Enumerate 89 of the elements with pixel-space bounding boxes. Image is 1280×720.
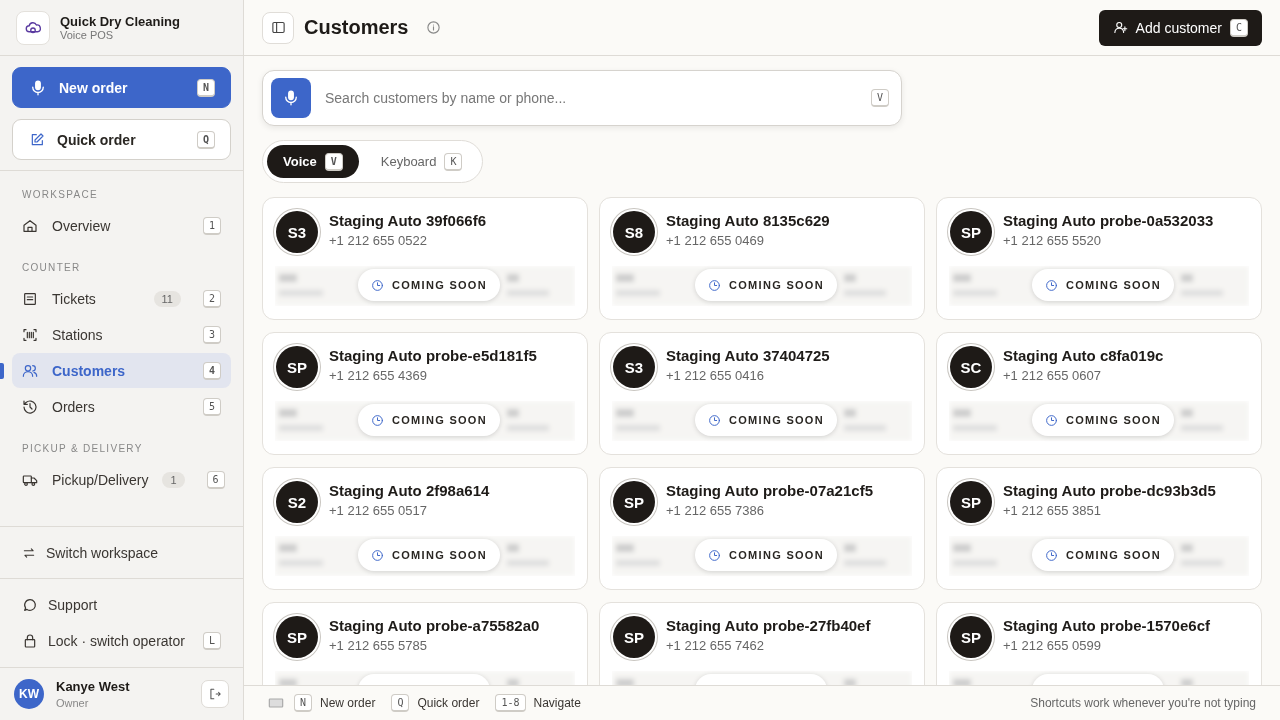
customer-name: Staging Auto probe-0a532033 <box>1003 212 1214 229</box>
section-heading: PICKUP & DELIVERY <box>21 442 144 456</box>
sidebar-item[interactable]: Tickets 11 2 <box>12 281 231 316</box>
coming-soon-badge: COMING SOON <box>695 269 837 301</box>
customer-avatar: SP <box>950 211 992 253</box>
customer-card[interactable]: SP Staging Auto probe-27fb40ef +1 212 655 7462 <box>599 602 925 685</box>
customer-name: Staging Auto 2f98a614 <box>329 482 490 499</box>
sidebar-item[interactable]: Pickup/Delivery 1 6 <box>12 462 231 497</box>
customer-card[interactable]: S3 Staging Auto 39f066f6 +1 212 655 0522 COMING SOON <box>262 197 588 320</box>
customer-name: Staging Auto probe-dc93b3d5 <box>1003 482 1216 499</box>
customer-phone: +1 212 655 0522 <box>329 233 428 248</box>
customer-card[interactable]: SP Staging Auto probe-e5d181f5 +1 212 655 4369 COMING SOON <box>262 332 588 455</box>
customer-name: Staging Auto 39f066f6 <box>329 212 486 229</box>
shortcut-key: 1-8 <box>495 694 526 712</box>
customer-phone: +1 212 655 0517 <box>329 503 428 518</box>
switch-workspace-link[interactable]: Switch workspace <box>22 534 159 571</box>
sidebar-item[interactable]: Stations 3 <box>12 317 231 352</box>
customer-avatar: SP <box>276 346 318 388</box>
customer-avatar: S2 <box>276 481 318 523</box>
customer-name: Staging Auto probe-07a21cf5 <box>666 482 873 499</box>
sidebar-item[interactable]: Customers 4 <box>12 353 231 388</box>
customer-name: Staging Auto c8fa019c <box>1003 347 1164 364</box>
user-role: Owner <box>56 697 90 709</box>
customer-name: Staging Auto 8135c629 <box>666 212 830 229</box>
customer-card[interactable]: SP Staging Auto probe-07a21cf5 +1 212 655 7386 COMING SOON <box>599 467 925 590</box>
search-input[interactable]: Search customers by name or phone... <box>323 89 859 107</box>
shortcut-label: New order <box>320 696 376 710</box>
shortcut-hint: Shortcuts work whenever you're not typing <box>1030 696 1256 710</box>
sidebar-item[interactable]: Orders 5 <box>12 389 231 424</box>
customer-phone: +1 212 655 7462 <box>666 638 765 653</box>
customer-avatar: SC <box>950 346 992 388</box>
mode-tab[interactable]: Voice V <box>267 145 359 178</box>
customer-card[interactable]: S8 Staging Auto 8135c629 +1 212 655 0469 COMING SOON <box>599 197 925 320</box>
customer-phone: +1 212 655 5785 <box>329 638 428 653</box>
add-customer-button[interactable]: Add customer C <box>1098 9 1262 46</box>
customer-phone: +1 212 655 7386 <box>666 503 765 518</box>
coming-soon-badge: COMING SOON <box>695 539 837 571</box>
customer-card[interactable]: S2 Staging Auto 2f98a614 +1 212 655 0517 COMING SOON <box>262 467 588 590</box>
customer-avatar: S3 <box>276 211 318 253</box>
customer-avatar: SP <box>276 616 318 658</box>
customer-card[interactable]: SP Staging Auto probe-dc93b3d5 +1 212 655 3851 COMING SOON <box>936 467 1262 590</box>
quick-order-button[interactable]: Quick order Q <box>12 119 231 160</box>
customer-phone: +1 212 655 4369 <box>329 368 428 383</box>
shortcut-key: N <box>294 694 313 712</box>
coming-soon-badge: COMING SOON <box>358 539 500 571</box>
customer-phone: +1 212 655 0469 <box>666 233 765 248</box>
customer-name: Staging Auto probe-27fb40ef <box>666 617 871 634</box>
user-avatar: KW <box>14 679 44 709</box>
customer-avatar: SP <box>613 481 655 523</box>
customer-phone: +1 212 655 0416 <box>666 368 765 383</box>
customer-phone: +1 212 655 0599 <box>1003 638 1102 653</box>
coming-soon-badge: COMING SOON <box>1032 539 1174 571</box>
customer-avatar: SP <box>950 481 992 523</box>
sidebar-item[interactable]: Overview 1 <box>12 208 231 243</box>
shortcut-label: Quick order <box>417 696 480 710</box>
section-heading: WORKSPACE <box>21 188 99 202</box>
customer-phone: +1 212 655 0607 <box>1003 368 1102 383</box>
customer-avatar: S8 <box>613 211 655 253</box>
section-heading: COUNTER <box>21 261 82 275</box>
user-name: Kanye West <box>56 679 130 694</box>
coming-soon-badge: COMING SOON <box>358 404 500 436</box>
customer-avatar: SP <box>613 616 655 658</box>
customer-avatar: S3 <box>613 346 655 388</box>
customer-card[interactable]: SP Staging Auto probe-1570e6cf +1 212 655 0599 <box>936 602 1262 685</box>
coming-soon-badge: COMING SOON <box>358 269 500 301</box>
shortcut-key: Q <box>391 694 410 712</box>
app-subtitle: Voice POS <box>60 29 115 41</box>
customer-phone: +1 212 655 5520 <box>1003 233 1102 248</box>
mode-tab[interactable]: Keyboard K <box>364 145 479 178</box>
customer-avatar: SP <box>950 616 992 658</box>
business-name: Quick Dry Cleaning <box>60 14 180 29</box>
support-link[interactable]: Support <box>0 587 243 623</box>
search-field[interactable]: Search customers by name or phone... V <box>262 70 902 126</box>
customer-name: Staging Auto probe-1570e6cf <box>1003 617 1210 634</box>
customer-card[interactable]: SC Staging Auto c8fa019c +1 212 655 0607 COMING SOON <box>936 332 1262 455</box>
lock-button[interactable]: Lock · switch operator L <box>0 623 243 659</box>
customer-card[interactable]: SP Staging Auto probe-0a532033 +1 212 655 5520 COMING SOON <box>936 197 1262 320</box>
customer-name: Staging Auto 37404725 <box>666 347 830 364</box>
customer-phone: +1 212 655 3851 <box>1003 503 1102 518</box>
coming-soon-badge: COMING SOON <box>1032 404 1174 436</box>
customer-card[interactable]: S3 Staging Auto 37404725 +1 212 655 0416 COMING SOON <box>599 332 925 455</box>
new-order-button[interactable]: New order N <box>12 67 231 108</box>
coming-soon-badge: COMING SOON <box>1032 269 1174 301</box>
shortcut-label: Navigate <box>533 696 581 710</box>
customer-card[interactable]: SP Staging Auto probe-a75582a0 +1 212 655 5785 <box>262 602 588 685</box>
customer-name: Staging Auto probe-a75582a0 <box>329 617 540 634</box>
customer-name: Staging Auto probe-e5d181f5 <box>329 347 537 364</box>
coming-soon-badge: COMING SOON <box>695 404 837 436</box>
page-title: Customers <box>304 16 409 39</box>
